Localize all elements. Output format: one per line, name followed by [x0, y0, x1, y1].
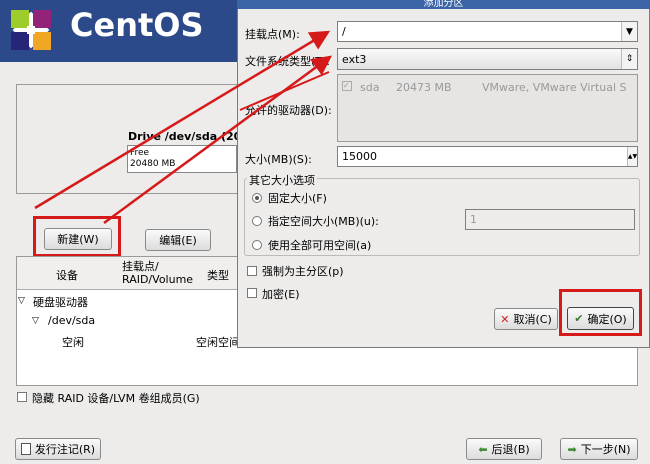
arrow-to-mount [34, 30, 331, 210]
annotation-arrows [34, 30, 333, 225]
arrow-to-fstype [103, 55, 333, 225]
